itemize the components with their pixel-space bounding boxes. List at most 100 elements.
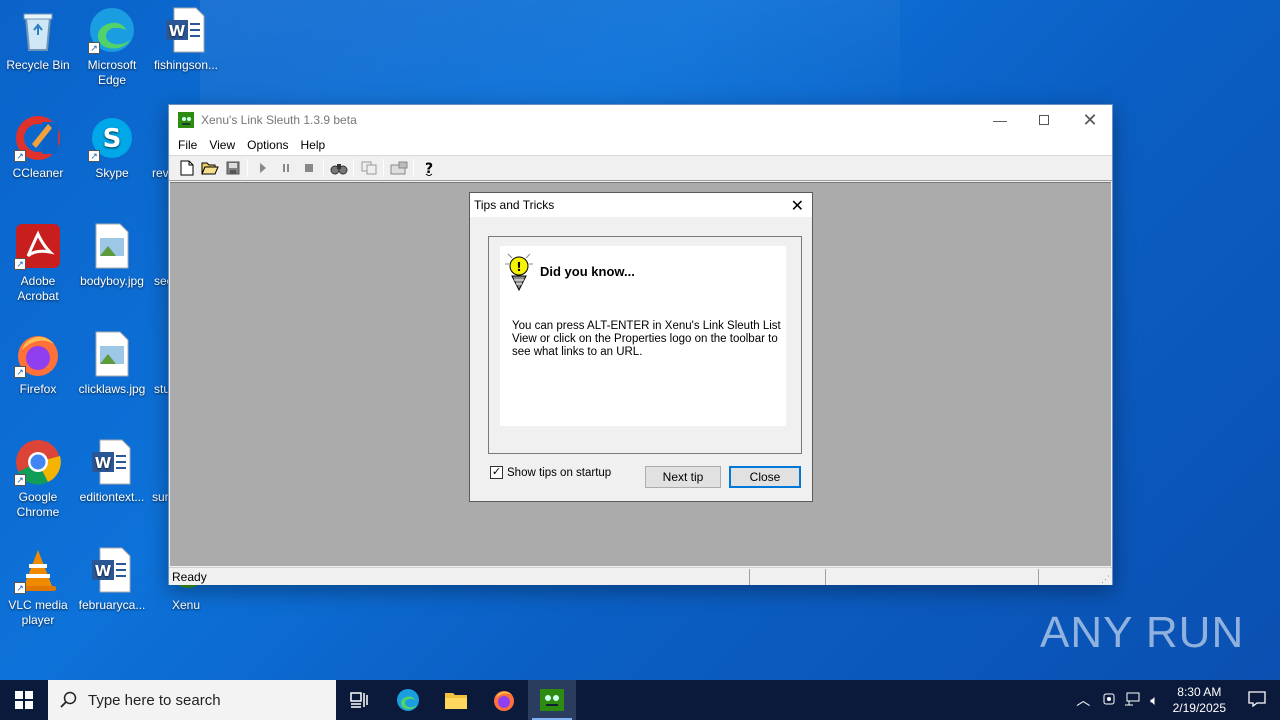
new-button[interactable] bbox=[175, 157, 198, 179]
tip-frame: ! Did you know... You can press ALT-ENTE… bbox=[488, 236, 802, 454]
status-text: Ready bbox=[172, 569, 207, 584]
desktop-icon-firefox[interactable]: ↗ Firefox bbox=[0, 324, 76, 397]
desktop-icon-recycle-bin[interactable]: Recycle Bin bbox=[0, 0, 76, 73]
start-button[interactable] bbox=[0, 680, 48, 720]
dialog-title: Tips and Tricks bbox=[474, 198, 555, 212]
vlc-icon: ↗ bbox=[14, 546, 62, 594]
find-button[interactable] bbox=[327, 157, 350, 179]
maximize-icon bbox=[1039, 115, 1049, 125]
desktop-icon-label: Adobe Acrobat bbox=[17, 274, 59, 303]
desktop-icon-bodyboy[interactable]: bodyboy.jpg bbox=[74, 216, 150, 289]
chevron-up-icon[interactable]: ︿ bbox=[1068, 690, 1098, 710]
dialog-close-icon[interactable]: ✕ bbox=[791, 196, 804, 216]
taskbar-file-explorer[interactable] bbox=[432, 680, 480, 720]
search-placeholder: Type here to search bbox=[88, 691, 221, 709]
desktop-icon-label: Skype bbox=[95, 166, 129, 180]
desktop-icon-sec[interactable]: sec bbox=[148, 216, 168, 289]
task-view-button[interactable] bbox=[336, 680, 384, 720]
xenu-icon bbox=[540, 689, 564, 711]
edge-icon: ↗ bbox=[88, 6, 136, 54]
pause-icon bbox=[282, 164, 289, 172]
taskbar-edge[interactable] bbox=[384, 680, 432, 720]
clock-date: 2/19/2025 bbox=[1172, 701, 1226, 715]
volume-icon[interactable]: 🔈︎ bbox=[1144, 692, 1164, 709]
find-icon bbox=[330, 164, 347, 175]
tips-dialog: Tips and Tricks ✕ ! Did you know... You … bbox=[469, 192, 813, 502]
close-button[interactable]: Close bbox=[729, 466, 801, 488]
maximize-button[interactable] bbox=[1021, 105, 1067, 135]
acrobat-icon: ↗ bbox=[14, 222, 62, 270]
taskbar-search[interactable]: Type here to search bbox=[48, 680, 336, 720]
copy-button[interactable] bbox=[357, 157, 380, 179]
network-icon[interactable] bbox=[1120, 692, 1144, 709]
menu-options[interactable]: Options bbox=[241, 138, 294, 152]
play-button[interactable] bbox=[251, 157, 274, 179]
desktop-icon-februaryca[interactable]: W februaryca... bbox=[74, 540, 150, 613]
desktop-icon-microsoft-edge[interactable]: ↗ Microsoft Edge bbox=[74, 0, 150, 88]
windows-logo-icon bbox=[15, 691, 33, 709]
window-titlebar[interactable]: Xenu's Link Sleuth 1.3.9 beta — ✕ bbox=[169, 105, 1112, 135]
desktop-icon-fishingson[interactable]: W fishingson... bbox=[148, 0, 224, 73]
device-icon[interactable] bbox=[1098, 692, 1120, 709]
new-icon bbox=[180, 160, 193, 176]
show-tips-checkbox[interactable]: ✓ bbox=[490, 466, 503, 479]
desktop-icon-ccleaner[interactable]: ↗ CCleaner bbox=[0, 108, 76, 181]
desktop-icon-clicklaws[interactable]: clicklaws.jpg bbox=[74, 324, 150, 397]
clock[interactable]: 8:30 AM 2/19/2025 bbox=[1165, 684, 1234, 716]
notifications-icon[interactable] bbox=[1234, 690, 1280, 710]
menu-view[interactable]: View bbox=[203, 138, 241, 152]
menu-bar: File View Options Help bbox=[169, 135, 1112, 155]
desktop-icon-label: sur bbox=[152, 490, 168, 504]
xenu-app-icon bbox=[178, 112, 194, 128]
taskbar-firefox[interactable] bbox=[480, 680, 528, 720]
image-file-icon bbox=[88, 330, 136, 378]
show-tips-checkbox-row[interactable]: ✓ Show tips on startup bbox=[490, 466, 611, 479]
save-button[interactable] bbox=[221, 157, 244, 179]
desktop-icon-adobe-acrobat[interactable]: ↗ Adobe Acrobat bbox=[0, 216, 76, 304]
desktop-icon-label: stu bbox=[154, 382, 168, 396]
minimize-button[interactable]: — bbox=[977, 105, 1023, 135]
show-tips-label: Show tips on startup bbox=[507, 466, 612, 479]
skype-icon: S ↗ bbox=[88, 114, 136, 162]
desktop-icon-skype[interactable]: S ↗ Skype bbox=[74, 108, 150, 181]
desktop-icon-label: Google Chrome bbox=[16, 490, 60, 519]
taskbar-xenu[interactable] bbox=[528, 680, 576, 720]
desktop-icon-sur[interactable]: sur bbox=[148, 432, 168, 505]
ccleaner-icon: ↗ bbox=[14, 114, 62, 162]
svg-text:S: S bbox=[103, 124, 122, 154]
system-tray: ︿ 🔈︎ 8:30 AM 2/19/2025 bbox=[1068, 680, 1280, 720]
copy-icon bbox=[361, 161, 376, 175]
shortcut-arrow-icon: ↗ bbox=[14, 582, 26, 594]
desktop-icon-label: VLC media player bbox=[8, 598, 68, 627]
toolbar-separator bbox=[247, 159, 248, 177]
folder-icon bbox=[445, 693, 467, 709]
next-tip-button[interactable]: Next tip bbox=[645, 466, 721, 488]
desktop-icon-label: Recycle Bin bbox=[6, 58, 70, 72]
word-doc-icon: W bbox=[88, 438, 136, 486]
desktop-icon-label: februaryca... bbox=[78, 598, 146, 612]
open-button[interactable] bbox=[198, 157, 221, 179]
stop-button[interactable] bbox=[297, 157, 320, 179]
stop-icon bbox=[304, 164, 313, 172]
desktop-icon-label: Microsoft Edge bbox=[87, 58, 137, 87]
close-window-button[interactable]: ✕ bbox=[1067, 105, 1113, 135]
desktop-icon-vlc[interactable]: ↗ VLC media player bbox=[0, 540, 76, 628]
menu-help[interactable]: Help bbox=[295, 138, 332, 152]
desktop-icon-label: fishingson... bbox=[153, 58, 219, 72]
desktop-icon-google-chrome[interactable]: ↗ Google Chrome bbox=[0, 432, 76, 520]
desktop-icon-stu[interactable]: stu bbox=[148, 324, 168, 397]
pause-button[interactable] bbox=[274, 157, 297, 179]
resize-grip-icon[interactable]: ⋰ bbox=[1101, 574, 1110, 585]
desktop-icon-editiontext[interactable]: W editiontext... bbox=[74, 432, 150, 505]
clock-time: 8:30 AM bbox=[1177, 685, 1222, 699]
watermark-text: ANY RUN bbox=[1040, 608, 1245, 657]
shortcut-arrow-icon: ↗ bbox=[14, 366, 26, 378]
properties-button[interactable] bbox=[387, 157, 410, 179]
dialog-titlebar[interactable]: Tips and Tricks ✕ bbox=[470, 193, 812, 217]
chrome-icon: ↗ bbox=[14, 438, 62, 486]
help-button[interactable]: ? bbox=[417, 157, 440, 179]
word-doc-icon: W bbox=[162, 6, 210, 54]
play-icon bbox=[259, 163, 266, 173]
desktop-icon-label: Firefox bbox=[19, 382, 57, 396]
menu-file[interactable]: File bbox=[172, 138, 203, 152]
